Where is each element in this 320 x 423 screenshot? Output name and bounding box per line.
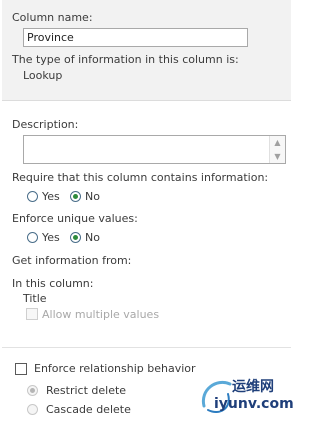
watermark-brand: 运维网 bbox=[232, 379, 274, 395]
allow-multiple-checkbox[interactable] bbox=[26, 308, 38, 320]
section-divider bbox=[2, 347, 291, 348]
description-scrollbar[interactable]: ▲ ▼ bbox=[269, 136, 285, 163]
restrict-delete-radio[interactable] bbox=[27, 385, 38, 396]
unique-yes-radio[interactable] bbox=[27, 232, 38, 243]
allow-multiple-label: Allow multiple values bbox=[42, 308, 160, 321]
enforce-relationship-label[interactable]: Enforce relationship behavior bbox=[34, 362, 196, 375]
unique-yes-label[interactable]: Yes bbox=[42, 231, 60, 244]
unique-no-label[interactable]: No bbox=[85, 231, 100, 244]
type-info-label: The type of information in this column i… bbox=[12, 53, 239, 66]
type-info-value: Lookup bbox=[23, 69, 63, 82]
enforce-relationship-checkbox[interactable] bbox=[15, 363, 27, 375]
cascade-delete-label: Cascade delete bbox=[46, 403, 131, 416]
column-name-input[interactable] bbox=[23, 28, 248, 47]
watermark-url: iyunv.com bbox=[214, 396, 294, 412]
require-yes-radio[interactable] bbox=[27, 191, 38, 202]
require-no-radio[interactable] bbox=[70, 191, 81, 202]
require-yes-label[interactable]: Yes bbox=[42, 190, 60, 203]
watermark-logo: 运维网 iyunv.com bbox=[198, 374, 294, 418]
scroll-up-icon[interactable]: ▲ bbox=[270, 136, 285, 149]
restrict-delete-label: Restrict delete bbox=[46, 384, 127, 397]
cascade-delete-radio[interactable] bbox=[27, 404, 38, 415]
description-textarea[interactable]: ▲ ▼ bbox=[23, 135, 286, 164]
in-column-label: In this column: bbox=[12, 277, 94, 290]
require-no-label[interactable]: No bbox=[85, 190, 100, 203]
unique-no-radio[interactable] bbox=[70, 232, 81, 243]
column-name-label: Column name: bbox=[12, 11, 93, 24]
in-column-value: Title bbox=[23, 292, 47, 305]
get-info-label: Get information from: bbox=[12, 254, 132, 267]
require-label: Require that this column contains inform… bbox=[12, 171, 269, 184]
description-label: Description: bbox=[12, 118, 79, 131]
scroll-down-icon[interactable]: ▼ bbox=[270, 150, 285, 163]
unique-label: Enforce unique values: bbox=[12, 212, 138, 225]
